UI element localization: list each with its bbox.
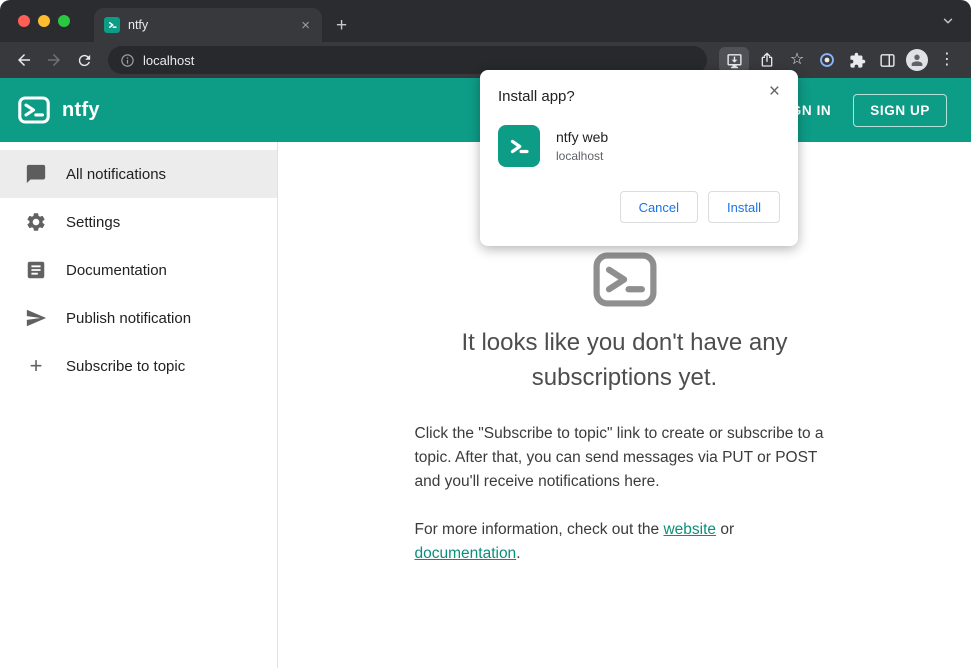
sidebar-item-publish-notification[interactable]: Publish notification (0, 294, 277, 342)
back-icon[interactable] (10, 46, 38, 74)
install-app-dialog: Install app? × ntfy web localhost Cancel… (480, 70, 798, 246)
sidebar-item-label: Publish notification (66, 309, 192, 327)
browser-tab-ntfy[interactable]: ntfy × (94, 8, 322, 42)
install-dialog-actions: Cancel Install (498, 191, 780, 223)
tab-strip: ntfy × + (0, 0, 971, 42)
extensions-puzzle-icon[interactable] (843, 46, 871, 74)
tab-search-chevron-icon[interactable] (941, 14, 955, 33)
new-tab-button[interactable]: + (336, 16, 347, 35)
sidebar-item-settings[interactable]: Settings (0, 198, 277, 246)
install-app-name: ntfy web (556, 129, 609, 145)
minimize-window-button[interactable] (38, 15, 50, 27)
empty-state-paragraph: Click the "Subscribe to topic" link to c… (414, 424, 824, 490)
more-info-middle: or (716, 520, 735, 538)
install-app-origin: localhost (556, 149, 604, 163)
tab-close-icon[interactable]: × (299, 18, 312, 33)
gear-icon (24, 210, 48, 234)
sidebar-item-documentation[interactable]: Documentation (0, 246, 277, 294)
sidebar-item-all-notifications[interactable]: All notifications (0, 150, 277, 198)
site-info-icon[interactable] (120, 53, 135, 68)
forward-icon[interactable] (40, 46, 68, 74)
documentation-link[interactable]: documentation (415, 545, 517, 562)
url-text: localhost (143, 52, 195, 68)
send-icon (24, 306, 48, 330)
dialog-close-icon[interactable]: × (765, 80, 784, 103)
browser-menu-icon[interactable]: ⋮ (933, 46, 961, 74)
sidebar-item-subscribe-to-topic[interactable]: + Subscribe to topic (0, 342, 277, 390)
empty-state-heading: It looks like you don't have any subscri… (461, 329, 788, 391)
chat-icon (24, 162, 48, 186)
extension-badge-icon[interactable] (813, 46, 841, 74)
cancel-button[interactable]: Cancel (619, 191, 699, 223)
ntfy-favicon-icon (104, 17, 120, 33)
ntfy-app-icon (498, 125, 540, 167)
sidebar-item-label: Settings (66, 213, 121, 231)
install-dialog-title: Install app? (498, 88, 575, 105)
zoom-window-button[interactable] (58, 15, 70, 27)
brand-title: ntfy (62, 98, 100, 121)
more-info-prefix: For more information, check out the (414, 520, 664, 538)
ntfy-logo-icon (18, 96, 50, 124)
empty-state-more-info: For more information, check out the webs… (415, 518, 835, 566)
tab-title: ntfy (128, 18, 149, 32)
sidebar-item-label: Subscribe to topic (66, 357, 186, 375)
ntfy-empty-state-logo-icon (593, 252, 657, 312)
browser-window: ntfy × + localhost ☆ ⋮ ntfy SIGN IN SIGN… (0, 0, 971, 668)
sidebar-item-label: All notifications (66, 165, 167, 183)
window-controls (18, 15, 70, 27)
profile-avatar[interactable] (903, 46, 931, 74)
article-icon (24, 258, 48, 282)
website-link[interactable]: website (663, 521, 716, 538)
sidebar-item-label: Documentation (66, 261, 167, 279)
close-window-button[interactable] (18, 15, 30, 27)
install-button[interactable]: Install (708, 191, 780, 223)
sign-up-button[interactable]: SIGN UP (853, 93, 947, 127)
sidebar: All notifications Settings Documentation… (0, 142, 278, 668)
plus-icon: + (29, 353, 43, 378)
install-dialog-app-row: ntfy web localhost (498, 125, 780, 167)
reload-icon[interactable] (70, 46, 98, 74)
side-panel-icon[interactable] (873, 46, 901, 74)
more-info-suffix: . (516, 544, 521, 562)
